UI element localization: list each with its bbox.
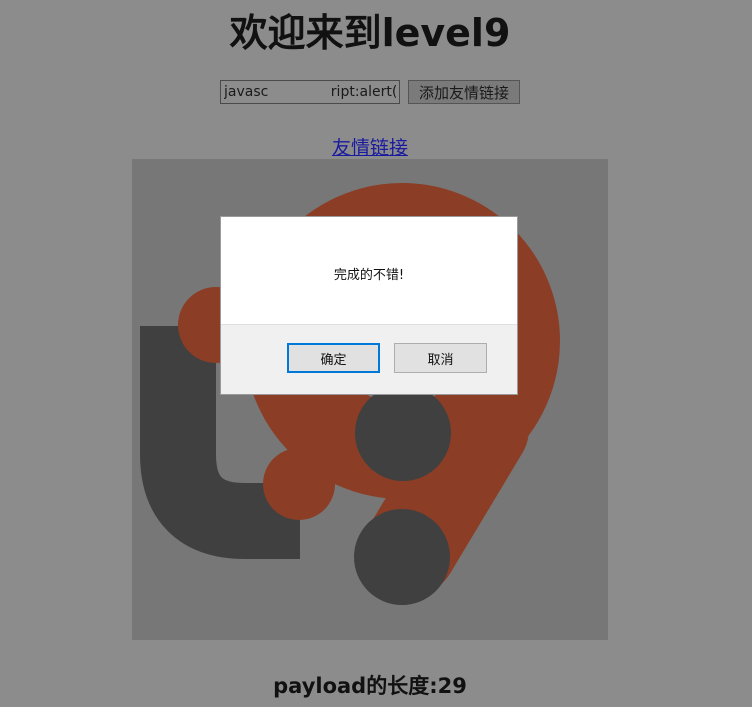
page-title: 欢迎来到level9 xyxy=(229,11,511,55)
logo-l-end-dot xyxy=(263,448,335,520)
ok-button[interactable]: 确定 xyxy=(287,343,380,373)
dialog-message: 完成的不错! xyxy=(333,268,405,283)
payload-input[interactable] xyxy=(219,80,400,104)
alert-dialog: 完成的不错! 确定 取消 xyxy=(220,216,518,395)
add-friend-link-button[interactable]: 添加友情链接 xyxy=(407,80,520,104)
link-form: 添加友情链接 xyxy=(0,80,740,104)
logo-nine-center-dot xyxy=(355,385,451,481)
payload-length-label: payload的长度:29 xyxy=(273,674,467,698)
friend-link[interactable]: 友情链接 xyxy=(0,133,740,160)
cancel-button[interactable]: 取消 xyxy=(394,343,487,373)
logo-nine-tail-dot xyxy=(354,509,450,605)
dialog-footer: 确定 取消 xyxy=(221,324,517,394)
